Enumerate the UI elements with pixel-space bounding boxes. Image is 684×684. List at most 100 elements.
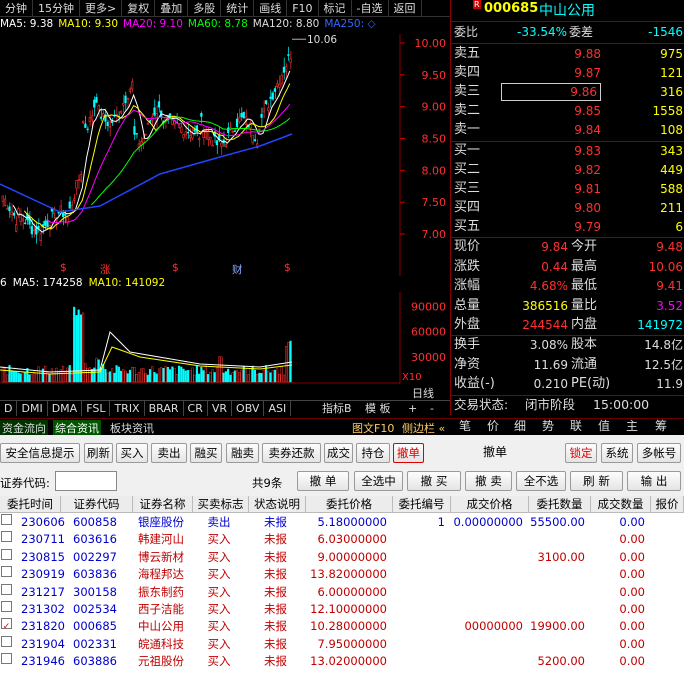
action-button-6[interactable]: 输 出 [627,471,681,491]
column-header[interactable]: 委托时间 [0,496,61,513]
action-button-4[interactable]: 全不选 [516,471,566,491]
toolbar-item-9[interactable]: 标记 [319,0,352,17]
toolbar-item-1[interactable]: 15分钟 [33,0,80,17]
indicator-tab-d[interactable]: D [0,401,18,416]
column-header[interactable]: 委托数量 [529,496,591,513]
row-checkbox[interactable] [1,548,12,560]
trade-button-9[interactable]: 撤单 [393,443,424,463]
sidebar-toggle[interactable]: 侧边栏 « [402,420,445,436]
indicator-tab-dmi[interactable]: DMI [17,401,48,416]
trade-button-4[interactable]: 融买 [190,443,222,463]
bid-row[interactable]: 买四 9.80 211 [451,199,684,218]
toolbar-item-8[interactable]: F10 [287,0,319,17]
toolbar-item-0[interactable]: 分钟 [0,0,33,17]
column-header[interactable]: 委托价格 [306,496,393,513]
quote-tab-2[interactable]: 细 [514,418,526,435]
indicator-tab-brar[interactable]: BRAR [145,401,184,416]
indicator-control-2[interactable]: + [408,401,417,416]
table-row[interactable]: 230711 603616 韩建河山 买入 未报 6.03000000 0.00 [0,531,684,548]
quote-tab-3[interactable]: 势 [542,418,554,435]
event-marker[interactable]: $ [284,262,291,274]
trade-button-5[interactable]: 融卖 [226,443,259,463]
bid-row[interactable]: 买五 9.79 6 [451,218,684,237]
table-row[interactable]: ✓ 231820 000685 中山公用 买入 未报 10.28000000 00000000… [0,618,684,635]
price-chart[interactable]: 10.00 9.50 9.00 8.50 8.00 7.50 7.00 10.06 [0,34,450,276]
ask-row[interactable]: 卖三 9.86 316 [451,83,684,102]
ask-row[interactable]: 卖五 9.88 975 [451,45,684,64]
ask-row[interactable]: 卖二 9.85 1558 [451,102,684,121]
toolbar-item-3[interactable]: 复权 [122,0,156,17]
right-button-2[interactable]: 多帐号 [637,443,681,463]
trade-button-3[interactable]: 卖出 [151,443,187,463]
action-button-5[interactable]: 刷 新 [570,471,623,491]
table-row[interactable]: 231904 002331 皖通科技 买入 未报 7.95000000 0.00 [0,635,684,653]
trade-button-0[interactable]: 安全信息提示 [0,443,80,463]
action-button-1[interactable]: 全选中 [354,471,403,491]
column-header[interactable]: 成交数量 [591,496,651,513]
toolbar-item-2[interactable]: 更多> [80,0,123,17]
kline-chart-panel[interactable]: 分钟 15分钟 更多> 复权 叠加 多股 统计 画线 F10 标记 -自选 返回 MA5: 9.38 M… [0,0,450,416]
code-input[interactable] [55,471,117,491]
action-button-2[interactable]: 撤 买 [407,471,461,491]
quote-tab-7[interactable]: 筹 [655,418,667,435]
row-checkbox[interactable] [1,635,12,647]
tab-news[interactable]: 综合资讯 [53,420,101,436]
row-checkbox[interactable] [1,583,12,595]
column-header[interactable]: 报价 [651,496,684,513]
trade-button-8[interactable]: 持仓 [356,443,390,463]
toolbar-item-6[interactable]: 统计 [221,0,255,17]
event-marker[interactable]: 涨 [100,262,111,277]
column-header[interactable]: 状态说明 [249,496,306,513]
column-header[interactable]: 买卖标志 [193,496,249,513]
right-button-0[interactable]: 锁定 [565,443,597,463]
row-checkbox[interactable] [1,653,12,665]
column-header[interactable]: 证券代码 [61,496,133,513]
trade-button-7[interactable]: 成交 [324,443,353,463]
row-checkbox[interactable] [1,601,12,612]
row-checkbox[interactable] [1,514,12,525]
indicator-tab-asi[interactable]: ASI [264,401,292,416]
row-checkbox[interactable]: ✓ [1,618,12,632]
table-row[interactable]: 231302 002534 西子洁能 买入 未报 12.10000000 0.00 [0,601,684,618]
column-header[interactable]: 证券名称 [133,496,193,513]
indicator-tab-fsl[interactable]: FSL [82,401,111,416]
table-row[interactable]: 230919 603836 海程邦达 买入 未报 13.82000000 0.00 [0,566,684,583]
trade-button-2[interactable]: 买入 [116,443,148,463]
ask-row[interactable]: 卖四 9.87 121 [451,64,684,83]
bid-row[interactable]: 买二 9.82 449 [451,161,684,180]
row-checkbox[interactable] [1,531,12,543]
f10-button[interactable]: 图文F10 [352,420,394,436]
action-button-0[interactable]: 撤 单 [297,471,349,491]
indicator-tab-obv[interactable]: OBV [232,401,265,416]
toolbar-item-10[interactable]: -自选 [352,0,389,17]
indicator-control-0[interactable]: 指标B [322,401,352,416]
quote-tab-4[interactable]: 联 [570,418,582,435]
toolbar-item-7[interactable]: 画线 [254,0,288,17]
column-header[interactable]: 委托编号 [393,496,451,513]
bid-row[interactable]: 买三 9.81 588 [451,180,684,199]
indicator-tab-trix[interactable]: TRIX [110,401,145,416]
trade-button-1[interactable]: 刷新 [84,443,113,463]
row-checkbox[interactable] [1,566,12,578]
toolbar-item-5[interactable]: 多股 [188,0,222,17]
table-row[interactable]: 230606 600858 银座股份 卖出 未报 5.18000000 1 0.0000000… [0,514,684,531]
table-row[interactable]: 231217 300158 振东制药 买入 未报 6.00000000 0.00 [0,583,684,601]
indicator-control-3[interactable]: - [430,401,434,416]
volume-chart[interactable]: 90000 60000 30000 X10 [0,292,450,384]
tab-fund-flow[interactable]: 资金流向 [0,420,48,436]
event-marker[interactable]: 财 [232,262,243,277]
quote-tab-1[interactable]: 价 [487,418,499,435]
ask-row[interactable]: 卖一 9.84 108 [451,121,684,140]
quote-tab-5[interactable]: 值 [598,418,610,435]
toolbar-item-11[interactable]: 返回 [389,0,422,17]
bid-row[interactable]: 买一 9.83 343 [451,142,684,161]
trade-button-6[interactable]: 卖券还款 [262,443,321,463]
right-button-1[interactable]: 系统 [601,443,633,463]
action-button-3[interactable]: 撤 卖 [465,471,512,491]
event-marker[interactable]: $ [60,262,67,274]
table-row[interactable]: 231946 603886 元祖股份 买入 未报 13.02000000 5200.00 0.… [0,653,684,670]
toolbar-item-4[interactable]: 叠加 [155,0,189,17]
indicator-tab-dma[interactable]: DMA [48,401,83,416]
event-marker[interactable]: $ [172,262,179,274]
table-row[interactable]: 230815 002297 博云新材 买入 未报 9.00000000 3100.00 0.0… [0,548,684,566]
